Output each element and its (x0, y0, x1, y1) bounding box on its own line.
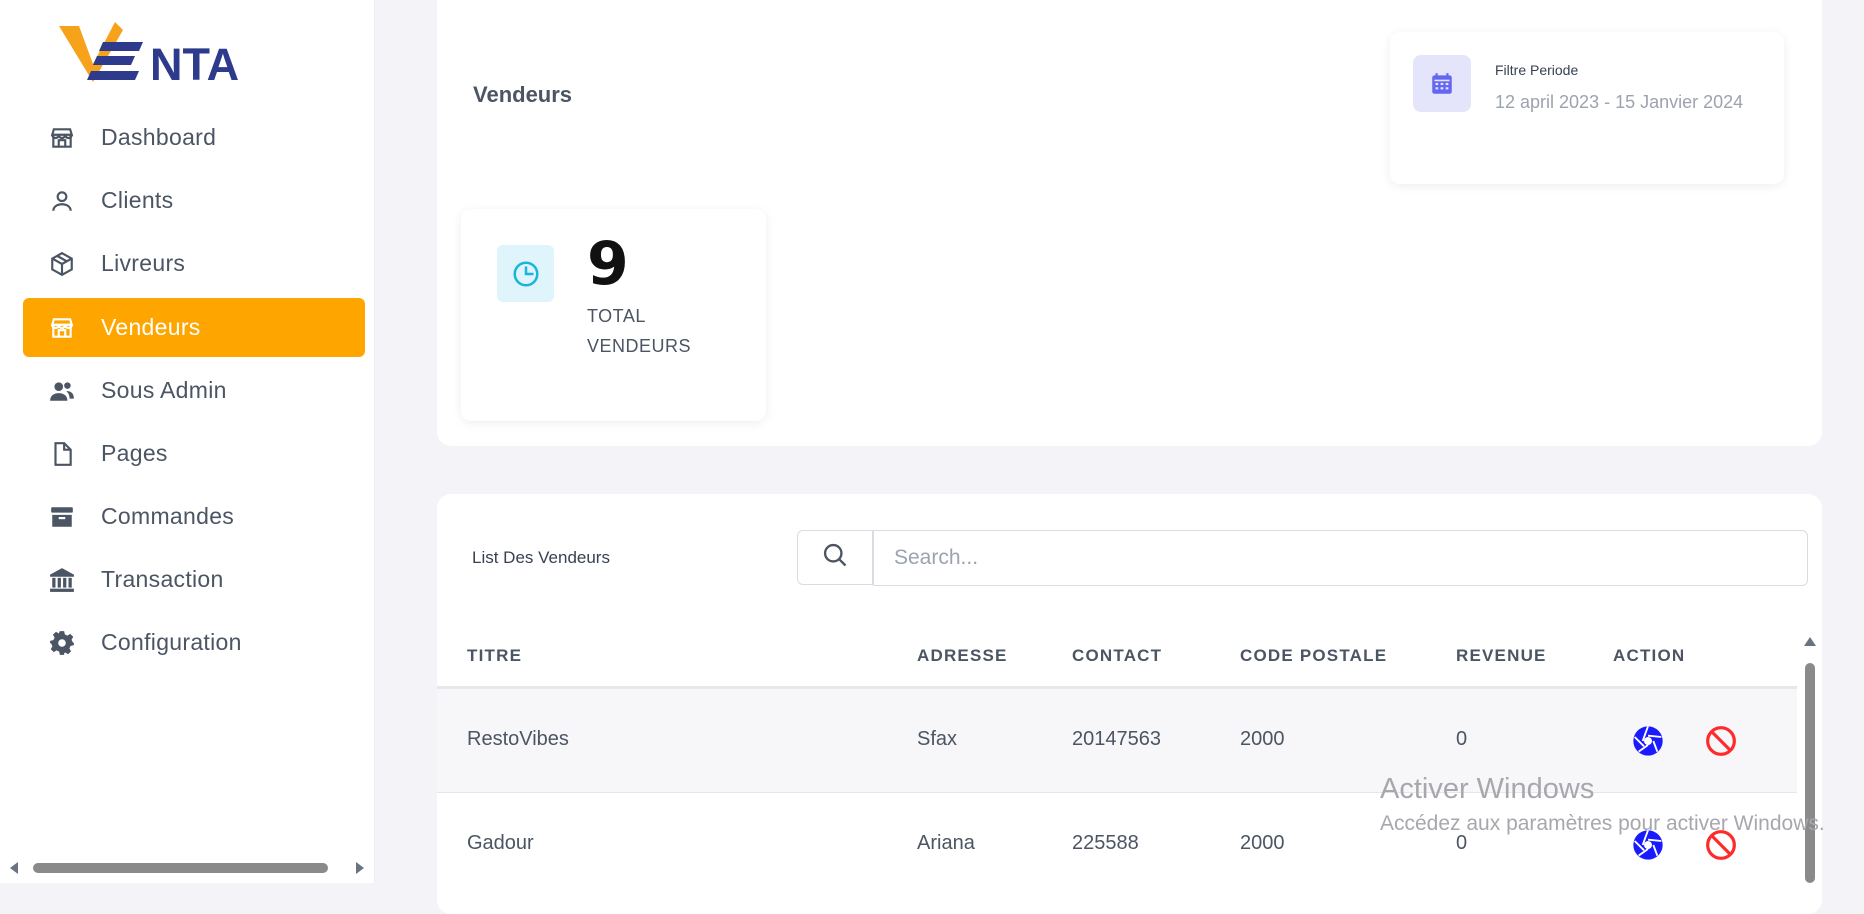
search-icon (821, 541, 849, 574)
users-icon (47, 376, 77, 406)
total-vendeurs-label: TOTAL VENDEURS (587, 306, 692, 356)
cell-revenue: 0 (1456, 728, 1468, 750)
list-title: List Des Vendeurs (472, 548, 610, 567)
sidebar: NTA Dashboard Clients Livreurs Vendeurs … (0, 0, 375, 883)
sidebar-item-label: Clients (101, 187, 174, 213)
sidebar-item-commandes[interactable]: Commandes (23, 487, 365, 546)
scroll-left-arrow-icon (10, 862, 18, 874)
column-header-action: ACTION (1613, 646, 1686, 665)
cell-contact: 20147563 (1072, 728, 1161, 750)
cell-code-postale: 2000 (1240, 832, 1285, 854)
cell-titre: Gadour (467, 832, 534, 854)
column-header-contact[interactable]: CONTACT (1072, 646, 1162, 666)
sidebar-item-transaction[interactable]: Transaction (23, 550, 365, 609)
column-header-code-postale[interactable]: CODE POSTALE (1240, 646, 1387, 666)
sidebar-item-label: Configuration (101, 629, 242, 655)
sidebar-item-label: Pages (101, 440, 168, 466)
cell-adresse: Ariana (917, 832, 975, 854)
page-title: Vendeurs (473, 82, 573, 107)
sidebar-item-livreurs[interactable]: Livreurs (23, 234, 365, 293)
scroll-right-arrow-icon (356, 862, 364, 874)
sidebar-item-configuration[interactable]: Configuration (23, 613, 365, 672)
sidebar-item-label: Dashboard (101, 124, 217, 150)
cell-titre: RestoVibes (467, 728, 569, 750)
windows-activation-message: Accédez aux paramètres pour activer Wind… (1380, 812, 1825, 835)
cell-code-postale: 2000 (1240, 728, 1285, 750)
block-action-icon[interactable] (1705, 725, 1737, 757)
venta-logo[interactable]: NTA (57, 20, 267, 90)
sidebar-horizontal-scrollbar[interactable] (0, 853, 374, 883)
file-icon (47, 439, 77, 469)
calendar-icon (1413, 55, 1471, 112)
column-header-revenue[interactable]: REVENUE (1456, 646, 1547, 666)
sidebar-item-label: Vendeurs (101, 314, 201, 340)
column-header-adresse[interactable]: ADRESSE (917, 646, 1008, 666)
filter-label: Filtre Periode (1495, 62, 1579, 78)
box-icon (47, 249, 77, 279)
pie-chart-icon (497, 245, 554, 302)
scroll-up-arrow-icon (1804, 637, 1816, 646)
store-icon (47, 123, 77, 153)
search-button[interactable] (797, 530, 873, 585)
sidebar-item-dashboard[interactable]: Dashboard (23, 108, 365, 167)
archive-icon (47, 502, 77, 532)
user-icon (47, 186, 77, 216)
cell-adresse: Sfax (917, 728, 958, 750)
sidebar-item-label: Transaction (101, 566, 224, 592)
total-vendeurs-value: 9 (587, 229, 629, 299)
view-action-icon[interactable] (1632, 725, 1664, 757)
period-filter-card[interactable]: Filtre Periode 12 april 2023 - 15 Janvie… (1390, 32, 1784, 184)
table-row[interactable]: Gadour Ariana 225588 2000 0 (437, 793, 1797, 896)
filter-date-range[interactable]: 12 april 2023 - 15 Janvier 2024 (1495, 92, 1743, 113)
column-header-titre[interactable]: TITRE (467, 646, 522, 666)
total-vendeurs-card: 9 TOTAL VENDEURS (461, 209, 766, 421)
windows-activation-title: Activer Windows (1380, 773, 1595, 805)
scrollbar-thumb (1805, 663, 1815, 883)
scrollbar-thumb (33, 863, 328, 873)
sidebar-item-sous-admin[interactable]: Sous Admin (23, 361, 365, 420)
sidebar-item-vendeurs[interactable]: Vendeurs (23, 298, 365, 357)
sidebar-item-pages[interactable]: Pages (23, 424, 365, 483)
search-input[interactable] (873, 530, 1808, 586)
svg-text:NTA: NTA (150, 39, 239, 86)
table-vertical-scrollbar[interactable] (1803, 637, 1817, 883)
sidebar-item-label: Commandes (101, 503, 235, 529)
sidebar-item-clients[interactable]: Clients (23, 171, 365, 230)
sidebar-item-label: Livreurs (101, 250, 186, 276)
cell-contact: 225588 (1072, 832, 1139, 854)
sidebar-item-label: Sous Admin (101, 377, 227, 403)
gear-icon (47, 628, 77, 658)
bank-icon (47, 565, 77, 595)
store-icon (47, 313, 77, 343)
